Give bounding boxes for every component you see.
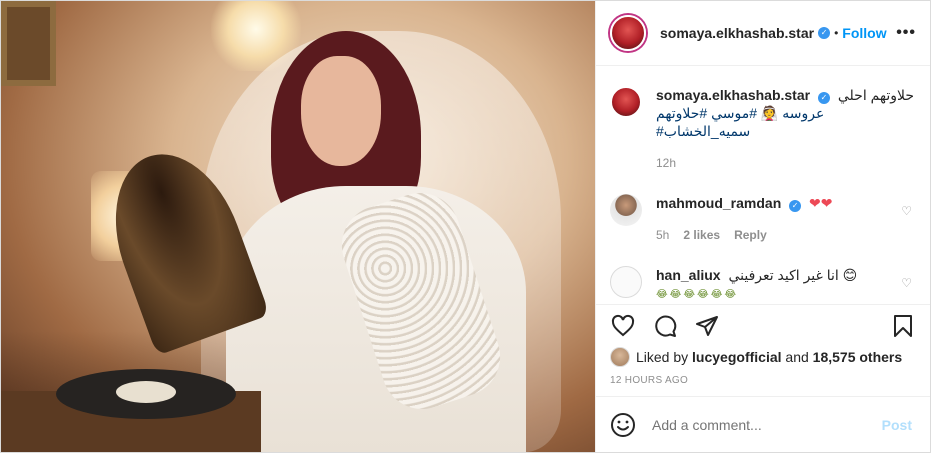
liked-by-and: and — [785, 349, 809, 365]
comment-text: ❤❤ — [809, 195, 833, 211]
verified-badge-icon: ✓ — [818, 27, 831, 39]
follow-button[interactable]: Follow — [842, 25, 886, 41]
caption-line-1: حلاوتهم احلي — [837, 87, 915, 103]
liker-avatar[interactable] — [610, 347, 630, 367]
author-username[interactable]: somaya.elkhashab.star — [660, 25, 814, 41]
comment-time[interactable]: 5h — [656, 226, 669, 244]
caption-author-avatar[interactable] — [610, 86, 642, 118]
verified-badge-icon: ✓ — [789, 200, 802, 212]
comment-like-heart-icon[interactable]: ♡ — [901, 204, 912, 218]
comments-section[interactable]: somaya.elkhashab.star ✓ حلاوتهم احلي عرو… — [596, 66, 930, 304]
liked-by-line: Liked by lucyegofficial and 18,575 other… — [596, 346, 930, 368]
caption-meta: 12h — [656, 154, 916, 172]
comment-body: han_aliux انا غير اكيد تعرفيني 😊 😂😂😂😂😂😂 — [656, 266, 916, 304]
caption-body: somaya.elkhashab.star ✓ حلاوتهم احلي عرو… — [656, 86, 916, 172]
commenter-avatar[interactable] — [610, 194, 642, 226]
author-avatar[interactable] — [610, 15, 646, 51]
commenter-username[interactable]: mahmoud_ramdan — [656, 195, 781, 211]
add-comment-bar: Post — [596, 396, 930, 452]
more-options-icon[interactable]: ••• — [896, 24, 916, 42]
liked-by-user[interactable]: lucyegofficial — [692, 349, 781, 365]
comment-likes[interactable]: 2 likes — [683, 226, 720, 244]
liked-by-prefix: Liked by — [636, 349, 689, 365]
photo-wall-frame — [1, 1, 56, 86]
commenter-avatar[interactable] — [610, 266, 642, 298]
comment-like-heart-icon[interactable]: ♡ — [901, 276, 912, 290]
liked-by-others[interactable]: 18,575 others — [813, 349, 903, 365]
photo-record-label — [116, 381, 176, 403]
caption-line-2[interactable]: عروسه 👰 #موسي #حلاوتهم — [656, 104, 916, 122]
post-actions-bar — [596, 304, 930, 346]
caption-username[interactable]: somaya.elkhashab.star — [656, 87, 810, 103]
comment-text: انا غير اكيد تعرفيني 😊 — [728, 267, 858, 283]
caption-line-3[interactable]: #سميه_الخشاب — [656, 122, 916, 140]
post-comment-button[interactable]: Post — [882, 417, 912, 433]
post-side-panel: somaya.elkhashab.star ✓ • Follow ••• som… — [595, 1, 930, 452]
commenter-username[interactable]: han_aliux — [656, 267, 721, 283]
comment-input[interactable] — [652, 416, 882, 433]
header-dot-separator: • — [834, 26, 839, 40]
photo-face — [301, 56, 381, 166]
reply-button[interactable]: Reply — [734, 226, 767, 244]
comment-row: han_aliux انا غير اكيد تعرفيني 😊 😂😂😂😂😂😂 … — [610, 266, 916, 304]
comment-icon[interactable] — [652, 313, 678, 339]
emoji-smile-icon[interactable] — [610, 412, 636, 438]
paper-plane-icon[interactable] — [694, 313, 720, 339]
comment-row: mahmoud_ramdan ✓ ❤❤ 5h 2 likes Reply ♡ — [610, 194, 916, 244]
caption-time[interactable]: 12h — [656, 154, 676, 172]
instagram-post: somaya.elkhashab.star ✓ • Follow ••• som… — [0, 0, 931, 453]
post-photo[interactable] — [1, 1, 595, 452]
comment-meta: 5h 2 likes Reply — [656, 226, 916, 244]
comment-emoji-line: 😂😂😂😂😂😂 — [656, 289, 739, 300]
caption: somaya.elkhashab.star ✓ حلاوتهم احلي عرو… — [610, 86, 916, 172]
post-header: somaya.elkhashab.star ✓ • Follow ••• — [596, 1, 930, 66]
verified-badge-icon: ✓ — [817, 92, 830, 104]
heart-icon[interactable] — [610, 313, 636, 339]
bookmark-icon[interactable] — [890, 313, 916, 339]
comment-body: mahmoud_ramdan ✓ ❤❤ 5h 2 likes Reply — [656, 194, 916, 244]
post-timestamp[interactable]: 12 HOURS AGO — [596, 368, 930, 396]
